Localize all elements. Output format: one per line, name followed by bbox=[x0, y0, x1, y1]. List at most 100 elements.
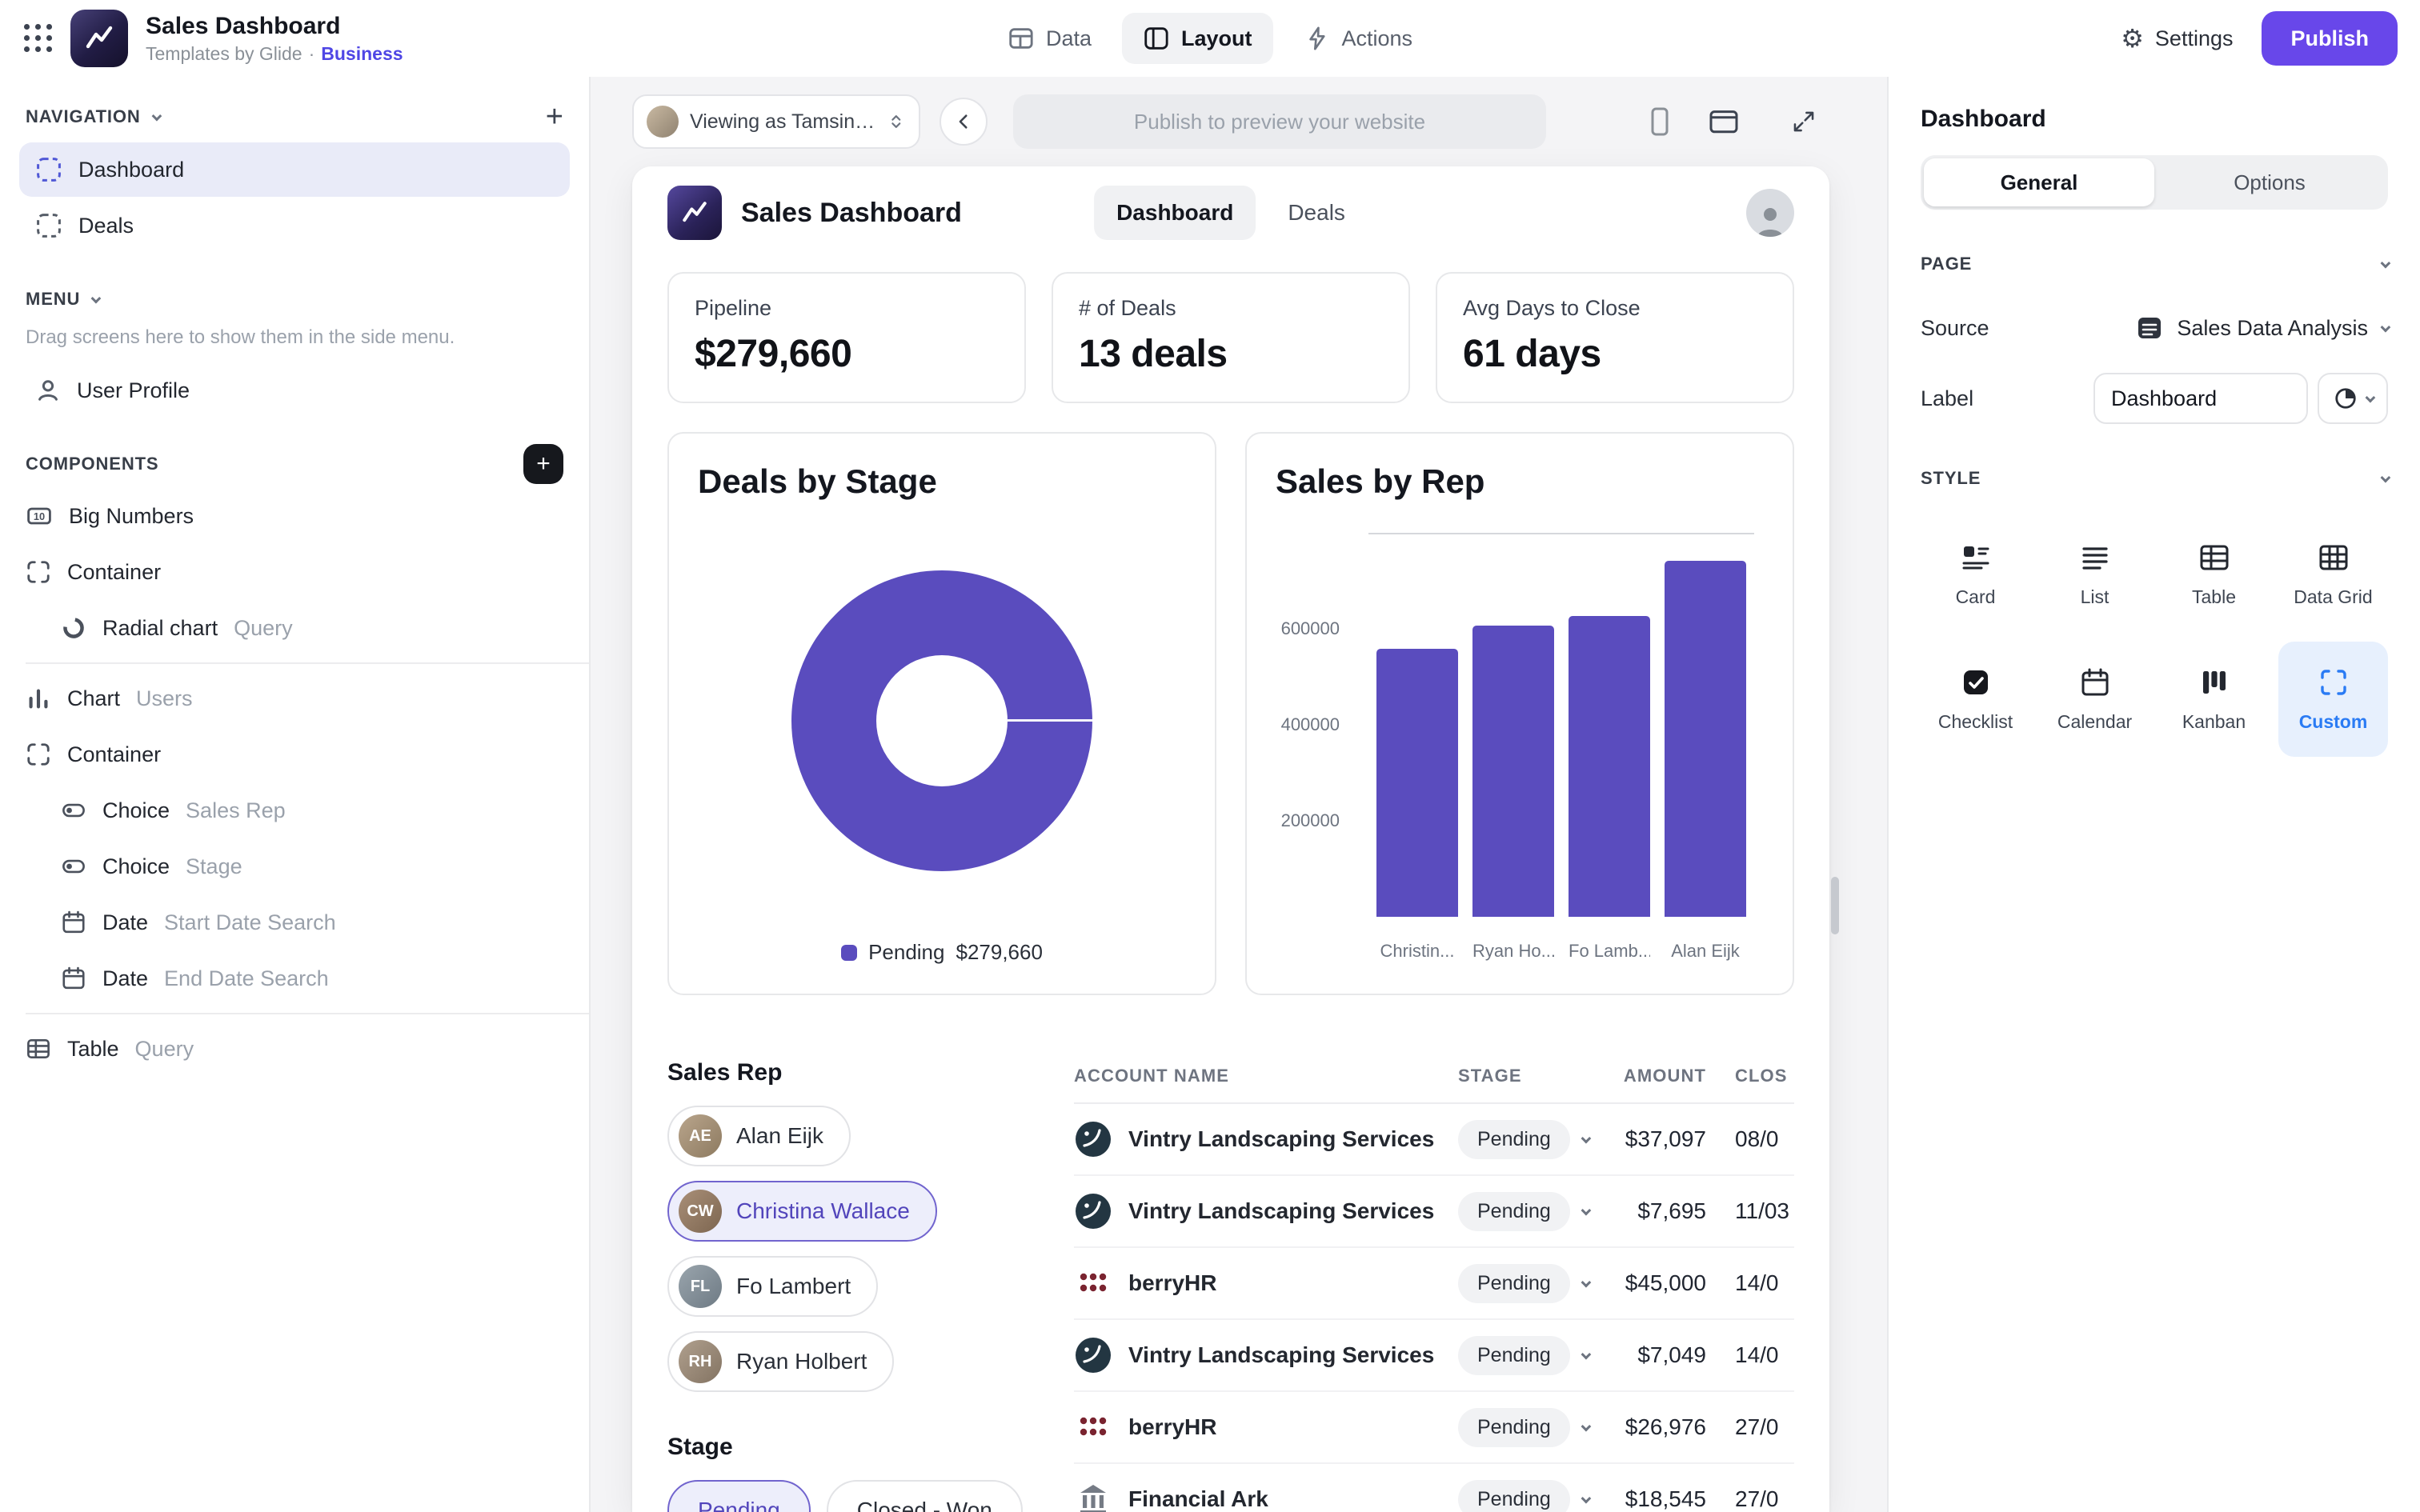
sales-by-rep-card[interactable]: Sales by Rep 600000 400000 200000 bbox=[1245, 432, 1794, 995]
chevron-down-icon[interactable] bbox=[91, 293, 102, 303]
phone-preview-button[interactable] bbox=[1637, 99, 1682, 144]
bar[interactable] bbox=[1376, 649, 1458, 917]
chevron-down-icon[interactable] bbox=[151, 110, 162, 121]
component-big-numbers[interactable]: 10 Big Numbers bbox=[0, 488, 589, 544]
column-header-amount[interactable]: AMOUNT bbox=[1618, 1066, 1706, 1086]
component-date-end[interactable]: Date End Date Search bbox=[0, 950, 589, 1006]
plan-badge[interactable]: Business bbox=[321, 43, 403, 64]
column-header-stage[interactable]: STAGE bbox=[1458, 1066, 1618, 1086]
table-row[interactable]: Vintry Landscaping Services Pending $37,… bbox=[1074, 1104, 1794, 1176]
chevron-down-icon[interactable] bbox=[1581, 1349, 1591, 1359]
style-kanban[interactable]: Kanban bbox=[2159, 642, 2269, 757]
component-divider bbox=[26, 662, 589, 664]
style-calendar[interactable]: Calendar bbox=[2040, 642, 2150, 757]
source-select[interactable]: Sales Data Analysis bbox=[2135, 314, 2388, 342]
column-header-close[interactable]: CLOS bbox=[1706, 1066, 1794, 1086]
page-section-header[interactable]: PAGE bbox=[1921, 245, 2388, 283]
sidebar-item-deals[interactable]: Deals bbox=[19, 198, 570, 253]
scrollbar-thumb[interactable] bbox=[1831, 877, 1839, 934]
kpi-deals-count[interactable]: # of Deals 13 deals bbox=[1052, 272, 1410, 403]
sales-rep-chip-alan[interactable]: AE Alan Eijk bbox=[667, 1106, 851, 1166]
preview-url-bar[interactable]: Publish to preview your website bbox=[1013, 94, 1546, 149]
sales-rep-chips: AE Alan Eijk CW Christina Wallace FL Fo … bbox=[667, 1106, 1039, 1392]
deals-by-stage-card[interactable]: Deals by Stage Pending $279,660 bbox=[667, 432, 1216, 995]
calendar-icon bbox=[61, 910, 86, 935]
publish-button[interactable]: Publish bbox=[2262, 11, 2398, 66]
style-table[interactable]: Table bbox=[2159, 517, 2269, 632]
component-container[interactable]: Container bbox=[0, 726, 589, 782]
bar[interactable] bbox=[1569, 616, 1650, 917]
chevron-down-icon[interactable] bbox=[1581, 1421, 1591, 1431]
style-custom[interactable]: Custom bbox=[2278, 642, 2388, 757]
chevron-down-icon[interactable] bbox=[1581, 1205, 1591, 1215]
settings-button[interactable]: ⚙ Settings bbox=[2121, 26, 2233, 51]
add-screen-button[interactable]: + bbox=[546, 102, 563, 132]
fullscreen-button[interactable] bbox=[1781, 99, 1826, 144]
sidebar-item-dashboard[interactable]: Dashboard bbox=[19, 142, 570, 197]
tab-options[interactable]: Options bbox=[2154, 158, 2385, 206]
column-header-account[interactable]: ACCOUNT NAME bbox=[1074, 1066, 1458, 1086]
kpi-pipeline[interactable]: Pipeline $279,660 bbox=[667, 272, 1026, 403]
icon-picker[interactable] bbox=[2318, 373, 2388, 424]
stage-select[interactable]: Pending bbox=[1458, 1192, 1570, 1231]
component-chart[interactable]: Chart Users bbox=[0, 670, 589, 726]
app-switcher-icon[interactable] bbox=[22, 22, 54, 54]
app-logo[interactable] bbox=[70, 10, 128, 67]
stage-select[interactable]: Pending bbox=[1458, 1336, 1570, 1375]
component-radial-chart[interactable]: Radial chart Query bbox=[0, 600, 589, 656]
sales-rep-chip-christina[interactable]: CW Christina Wallace bbox=[667, 1181, 937, 1242]
radial-chart-icon bbox=[61, 615, 86, 641]
table-row[interactable]: Financial Ark Pending $18,545 27/0 bbox=[1074, 1464, 1794, 1512]
desktop-preview-button[interactable] bbox=[1701, 99, 1746, 144]
viewing-as-selector[interactable]: Viewing as Tamsin W... bbox=[632, 94, 920, 149]
stage-select[interactable]: Pending bbox=[1458, 1264, 1570, 1303]
preview-tab-dashboard[interactable]: Dashboard bbox=[1094, 186, 1256, 240]
chart-title: Sales by Rep bbox=[1276, 462, 1764, 501]
style-data-grid[interactable]: Data Grid bbox=[2278, 517, 2388, 632]
stage-chip-pending[interactable]: Pending bbox=[667, 1480, 811, 1512]
stage-select[interactable]: Pending bbox=[1458, 1120, 1570, 1159]
bar[interactable] bbox=[1665, 561, 1746, 917]
sales-rep-chip-fo[interactable]: FL Fo Lambert bbox=[667, 1256, 878, 1317]
bar[interactable] bbox=[1472, 626, 1554, 917]
component-choice-sales-rep[interactable]: Choice Sales Rep bbox=[0, 782, 589, 838]
style-section-header[interactable]: STYLE bbox=[1921, 459, 2388, 498]
user-avatar[interactable] bbox=[1746, 189, 1794, 237]
kpi-avg-days[interactable]: Avg Days to Close 61 days bbox=[1436, 272, 1794, 403]
preview-tab-deals[interactable]: Deals bbox=[1265, 186, 1368, 240]
table-row[interactable]: Vintry Landscaping Services Pending $7,6… bbox=[1074, 1176, 1794, 1248]
app-title: Sales Dashboard bbox=[146, 13, 403, 41]
chevron-down-icon[interactable] bbox=[1581, 1277, 1591, 1287]
sidebar-item-user-profile[interactable]: User Profile bbox=[19, 363, 570, 418]
tab-data[interactable]: Data bbox=[987, 13, 1112, 64]
bar-x-axis: Christin... Ryan Ho... Fo Lamb... Alan E… bbox=[1368, 941, 1754, 962]
component-divider bbox=[26, 1013, 589, 1014]
back-button[interactable] bbox=[940, 98, 988, 146]
chevron-down-icon[interactable] bbox=[1581, 1493, 1591, 1503]
stage-select[interactable]: Pending bbox=[1458, 1408, 1570, 1447]
chevron-down-icon[interactable] bbox=[1581, 1133, 1591, 1143]
navigation-section-header: NAVIGATION + bbox=[0, 93, 589, 141]
tab-general[interactable]: General bbox=[1924, 158, 2154, 206]
donut-chart[interactable] bbox=[791, 570, 1092, 871]
style-checklist[interactable]: Checklist bbox=[1921, 642, 2030, 757]
component-container[interactable]: Container bbox=[0, 544, 589, 600]
table-row[interactable]: berryHR Pending $26,976 27/0 bbox=[1074, 1392, 1794, 1464]
add-component-button[interactable]: + bbox=[523, 444, 563, 484]
tab-actions[interactable]: Actions bbox=[1283, 13, 1434, 64]
stage-select[interactable]: Pending bbox=[1458, 1480, 1570, 1512]
style-list[interactable]: List bbox=[2040, 517, 2150, 632]
sales-rep-chip-ryan[interactable]: RH Ryan Holbert bbox=[667, 1331, 894, 1392]
stage-chip-closed-won[interactable]: Closed - Won bbox=[827, 1480, 1023, 1512]
component-table[interactable]: Table Query bbox=[0, 1021, 589, 1077]
component-choice-stage[interactable]: Choice Stage bbox=[0, 838, 589, 894]
table-row[interactable]: Vintry Landscaping Services Pending $7,0… bbox=[1074, 1320, 1794, 1392]
left-sidebar: NAVIGATION + Dashboard Deals MENU Drag s… bbox=[0, 77, 591, 1512]
table-row[interactable]: berryHR Pending $45,000 14/0 bbox=[1074, 1248, 1794, 1320]
label-input[interactable] bbox=[2093, 373, 2308, 424]
tab-layout[interactable]: Layout bbox=[1122, 13, 1273, 64]
style-card[interactable]: Card bbox=[1921, 517, 2030, 632]
preview-app-tabs: Dashboard Deals bbox=[1094, 186, 1368, 240]
component-date-start[interactable]: Date Start Date Search bbox=[0, 894, 589, 950]
bar-chart: 600000 400000 200000 Chr bbox=[1276, 507, 1764, 971]
